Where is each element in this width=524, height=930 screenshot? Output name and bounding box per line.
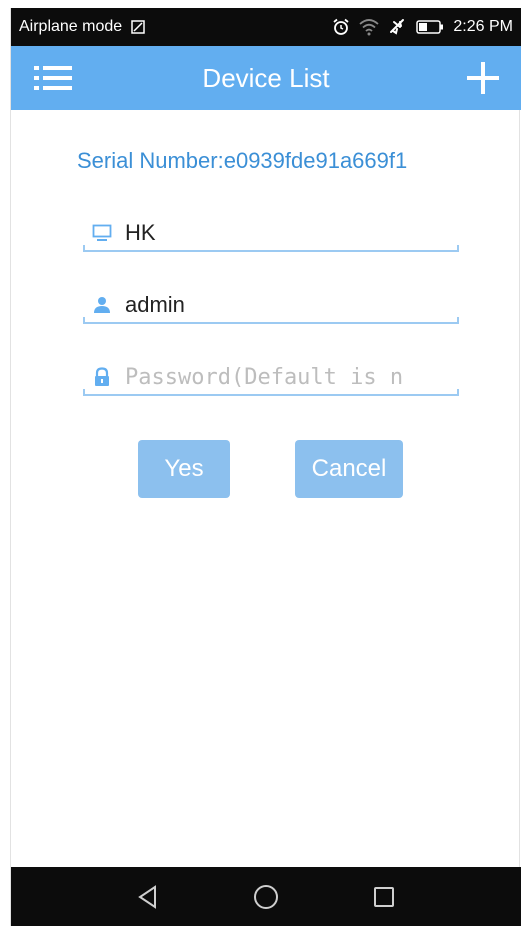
status-time: 2:26 PM <box>453 18 513 35</box>
back-button[interactable] <box>128 877 168 917</box>
user-icon <box>91 294 113 316</box>
add-device-button[interactable] <box>461 56 505 100</box>
app-bar: Device List <box>11 46 521 110</box>
status-bar: Airplane mode 2:26 PM <box>11 8 521 46</box>
menu-button[interactable] <box>29 60 77 96</box>
device-name-input[interactable] <box>125 217 451 249</box>
phone-screen: Airplane mode 2:26 PM Device List Serial… <box>10 8 521 926</box>
airplane-icon <box>387 17 407 37</box>
back-triangle-icon <box>138 884 156 909</box>
password-underline <box>83 389 459 396</box>
status-left: Airplane mode <box>19 17 148 37</box>
status-right: 2:26 PM <box>331 17 513 37</box>
sim-icon <box>128 17 148 37</box>
username-underline <box>83 317 459 324</box>
navigation-bar <box>11 867 521 926</box>
yes-button[interactable]: Yes <box>138 440 230 498</box>
password-field[interactable] <box>83 358 459 398</box>
device-name-underline <box>83 245 459 252</box>
alarm-icon <box>331 17 351 37</box>
serial-number-label: Serial Number:e0939fde91a669f1 <box>77 148 408 173</box>
device-name-field[interactable] <box>83 214 459 254</box>
home-circle-icon <box>254 884 278 909</box>
cancel-button[interactable]: Cancel <box>295 440 403 498</box>
username-field[interactable] <box>83 286 459 326</box>
lock-icon <box>91 366 113 388</box>
airplane-mode-label: Airplane mode <box>19 18 123 35</box>
monitor-icon <box>91 222 113 244</box>
device-form: Serial Number:e0939fde91a669f1 Yes Cance… <box>11 110 521 855</box>
battery-icon <box>415 17 445 37</box>
plus-icon <box>467 62 499 94</box>
wifi-icon <box>359 17 380 37</box>
recents-square-icon <box>374 886 394 907</box>
menu-list-icon <box>34 66 72 90</box>
recents-button[interactable] <box>364 877 404 917</box>
home-button[interactable] <box>246 877 286 917</box>
password-input[interactable] <box>125 361 451 393</box>
page-title: Device List <box>202 62 330 93</box>
username-input[interactable] <box>125 289 451 321</box>
